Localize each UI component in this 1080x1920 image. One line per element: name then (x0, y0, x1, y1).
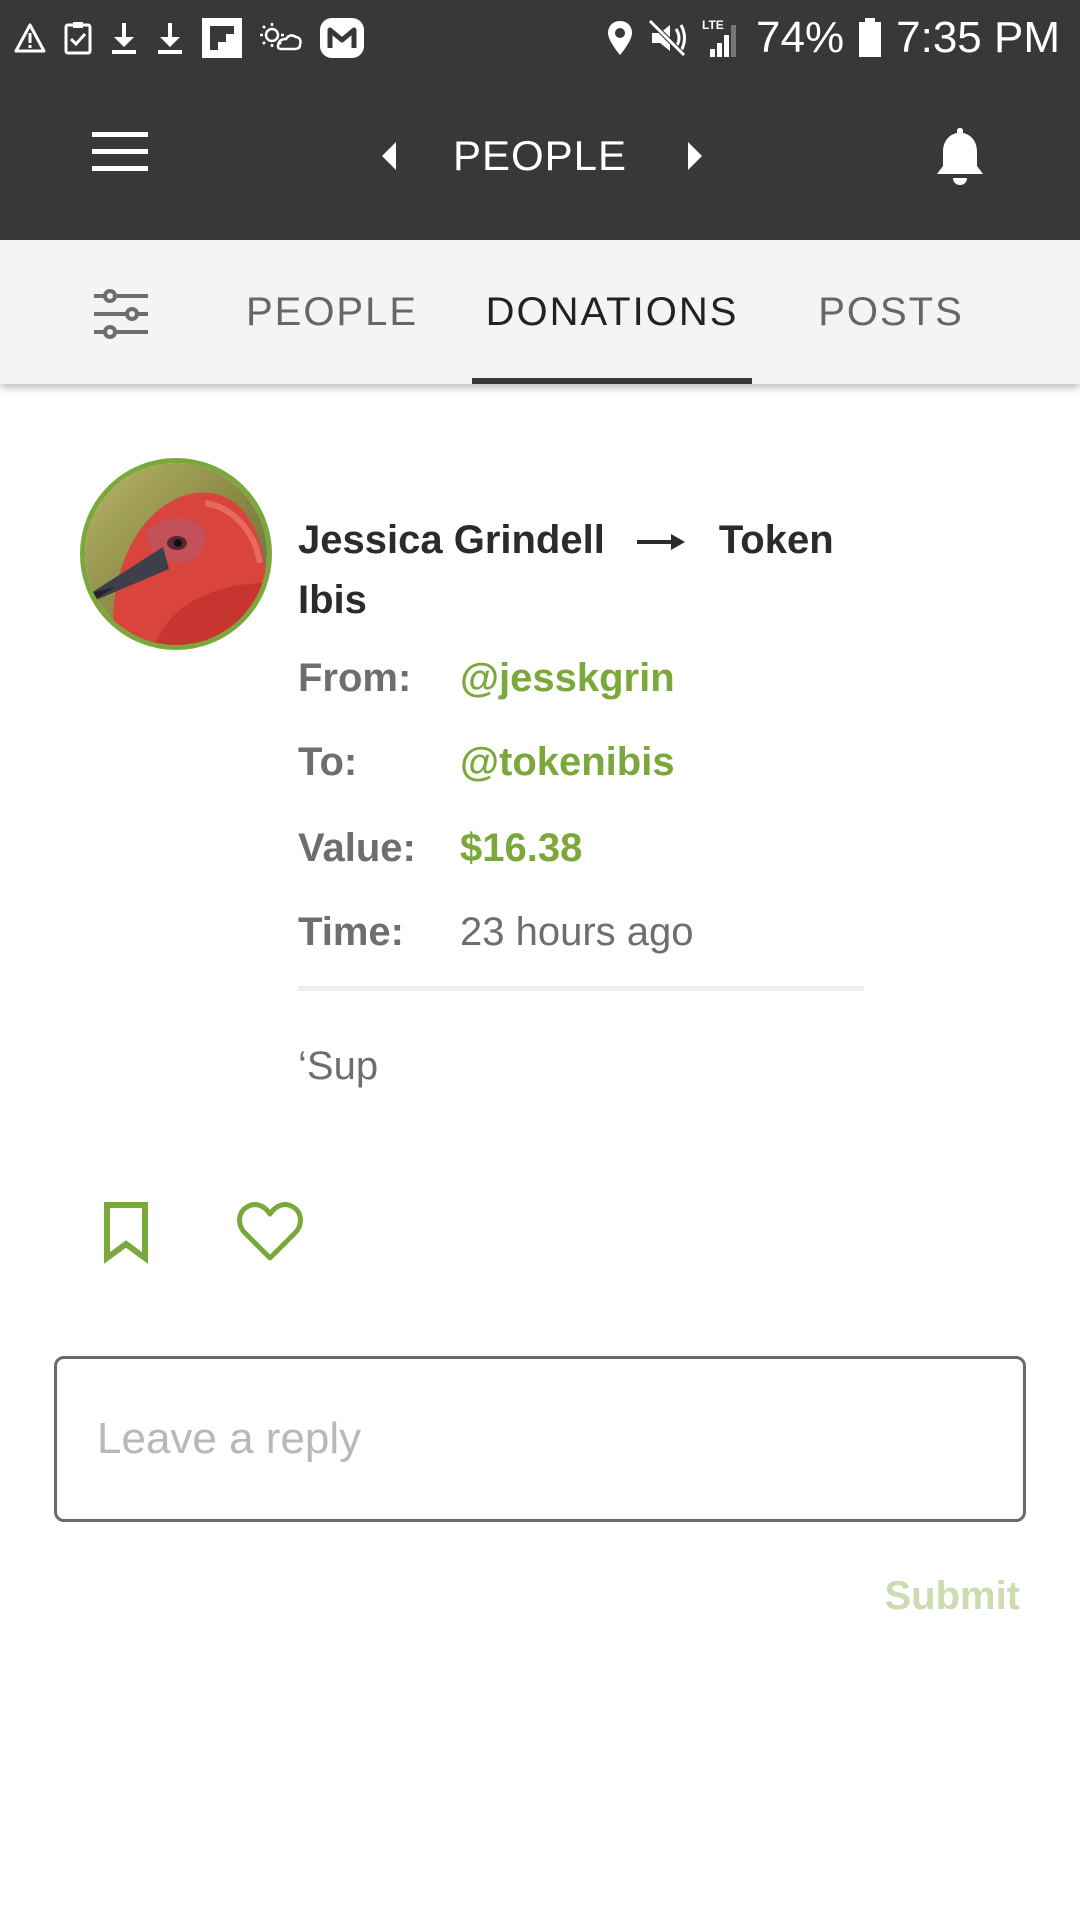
details-divider (298, 986, 864, 991)
time-row: Time: 23 hours ago (298, 902, 898, 962)
next-section-button[interactable] (684, 138, 708, 174)
reply-input[interactable] (54, 1356, 1026, 1522)
app-bar: PEOPLE (0, 76, 1080, 240)
to-label: To: (298, 740, 358, 784)
heart-icon (237, 1202, 303, 1261)
tab-people[interactable]: PEOPLE (232, 240, 432, 384)
menu-button[interactable] (92, 132, 148, 176)
battery-icon (858, 18, 882, 58)
mute-vibrate-icon (648, 19, 688, 57)
battery-percent: 74% (756, 13, 845, 62)
system-icons: LTE 74% 7:35 PM (606, 10, 1060, 66)
to-row: To: @tokenibis (298, 732, 898, 792)
clock: 7:35 PM (896, 13, 1060, 62)
tab-posts[interactable]: POSTS (806, 240, 976, 384)
notifications-button[interactable] (932, 124, 988, 188)
tab-donations[interactable]: DONATIONS (472, 240, 752, 384)
submit-button[interactable]: Submit (840, 1566, 1020, 1626)
previous-section-button[interactable] (376, 138, 400, 174)
like-button[interactable] (236, 1200, 304, 1264)
donation-amount: $16.38 (460, 826, 583, 870)
bell-icon (937, 128, 983, 185)
bookmark-button[interactable] (100, 1200, 152, 1264)
donation-headline: Jessica Grindell Token Ibis (298, 510, 898, 630)
donation-message: ‘Sup (298, 1044, 379, 1088)
notification-icons (14, 14, 364, 62)
page-title: PEOPLE (452, 132, 628, 179)
flipboard-icon (202, 18, 242, 58)
download-icon (110, 21, 138, 55)
time-value: 23 hours ago (460, 910, 694, 954)
signal-icon: LTE (702, 17, 742, 59)
warning-icon (14, 23, 46, 53)
from-label: From: (298, 656, 412, 700)
download-icon (156, 21, 184, 55)
network-label: LTE (702, 18, 724, 32)
from-row: From: @jesskgrin (298, 648, 898, 708)
tab-bar: PEOPLE DONATIONS POSTS (0, 240, 1080, 384)
messenger-icon (320, 18, 364, 58)
ibis-avatar-image (85, 463, 267, 645)
active-tab-indicator (472, 378, 752, 384)
clipboard-check-icon (64, 21, 92, 55)
weather-icon (260, 21, 302, 55)
sender-name[interactable]: Jessica Grindell (298, 518, 605, 562)
arrow-right-icon (636, 534, 685, 551)
chevron-left-icon (382, 142, 396, 170)
bookmark-icon (104, 1202, 148, 1264)
location-icon (606, 19, 634, 57)
filter-button[interactable] (92, 288, 150, 340)
sliders-icon (94, 289, 148, 339)
chevron-right-icon (688, 142, 702, 170)
time-label: Time: (298, 910, 404, 954)
avatar[interactable] (80, 458, 272, 650)
from-handle-link[interactable]: @jesskgrin (460, 648, 675, 708)
value-label: Value: (298, 826, 416, 870)
value-row: Value: $16.38 (298, 818, 898, 878)
to-handle-link[interactable]: @tokenibis (460, 732, 675, 792)
status-bar: LTE 74% 7:35 PM (0, 0, 1080, 76)
